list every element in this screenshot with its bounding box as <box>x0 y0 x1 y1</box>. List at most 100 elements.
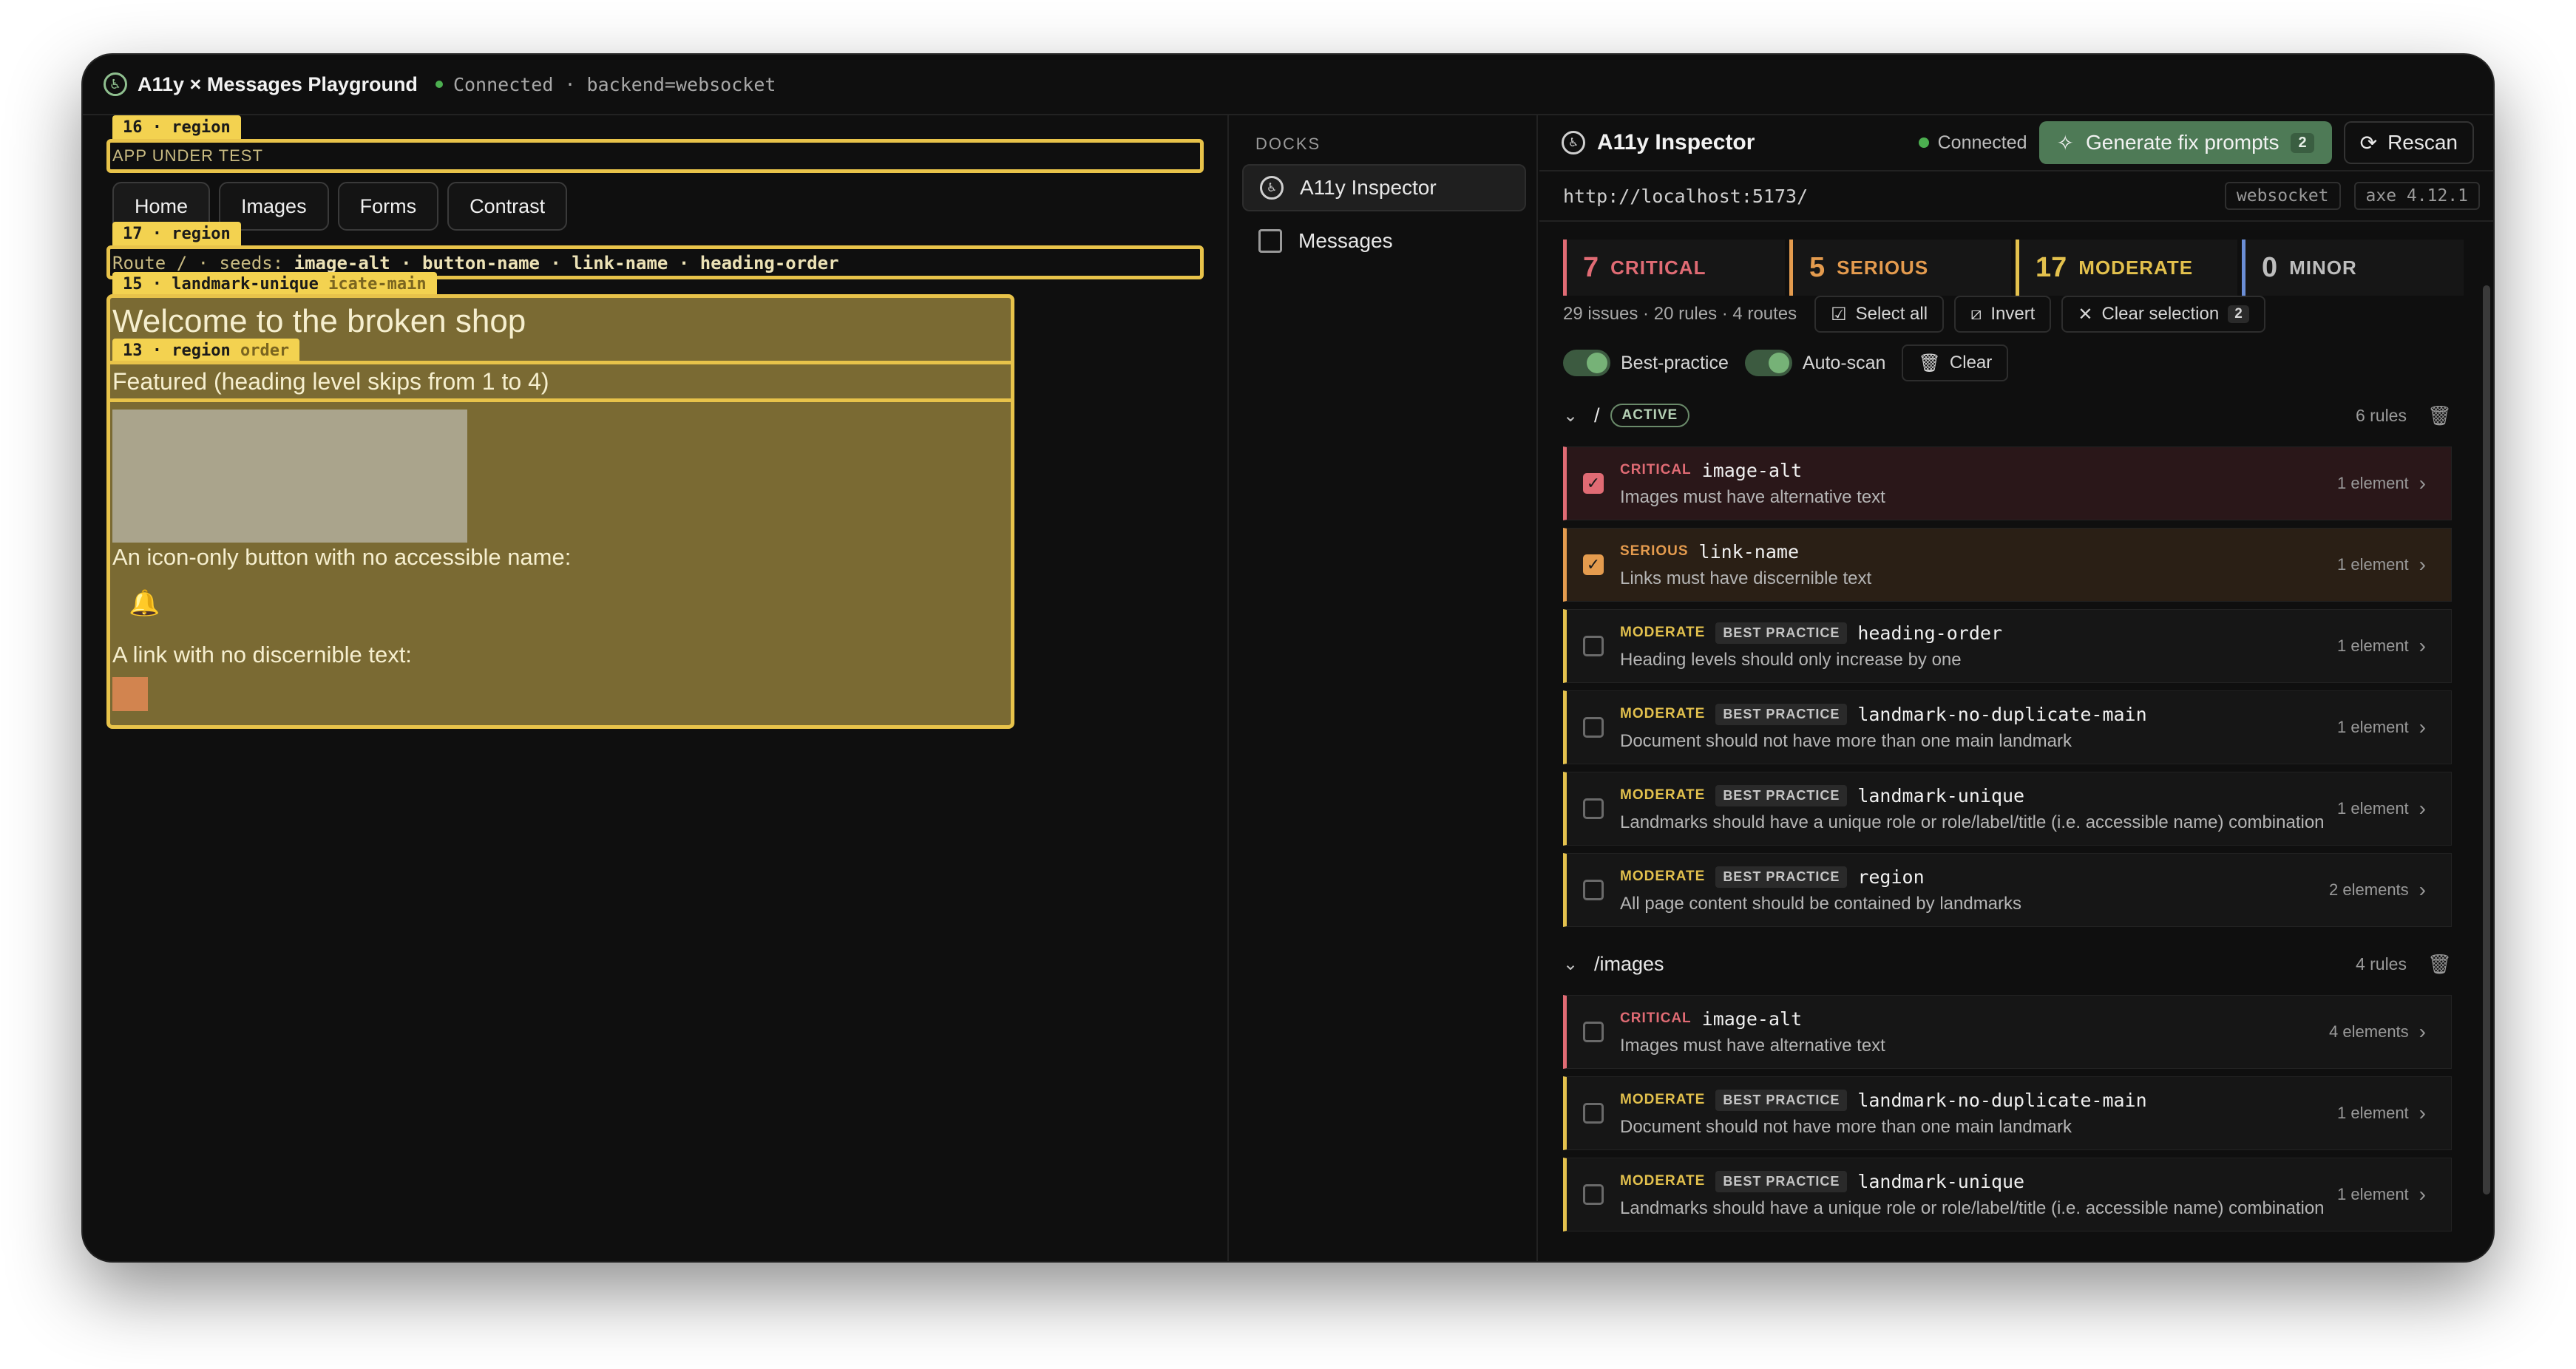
chevron-right-icon: › <box>2419 878 2426 901</box>
trash-icon: 🗑 <box>1918 353 1941 373</box>
app-under-test-pane: 16 · region APP UNDER TEST Home Images F… <box>83 115 1229 1261</box>
region-badge-17: 17 · region <box>112 222 241 246</box>
clear-selection-count: 2 <box>2228 305 2249 323</box>
best-practice-toggle[interactable] <box>1563 350 1610 376</box>
inspector-scrollbar[interactable] <box>2483 285 2490 1195</box>
scan-url: http://localhost:5173/ <box>1563 185 1809 207</box>
route-seeds: image-alt · button-name · link-name · he… <box>294 253 839 274</box>
chevron-right-icon: › <box>2419 1183 2426 1206</box>
element-count: 1 element <box>2337 636 2409 655</box>
chevron-down-icon: ⌄ <box>1563 405 1579 426</box>
tab-contrast[interactable]: Contrast <box>447 182 568 231</box>
sparkle-icon: ✧ <box>2056 131 2075 154</box>
route-group-header[interactable]: ⌄ / ACTIVE 6 rules 🗑 <box>1563 393 2452 438</box>
invert-button[interactable]: ⧄ Invert <box>1954 296 2052 333</box>
docks-label: DOCKS <box>1255 135 1321 153</box>
issue-row[interactable]: MODERATE BEST PRACTICE heading-order Hea… <box>1563 609 2452 683</box>
rule-id: landmark-unique <box>1857 784 2025 806</box>
page-heading: Welcome to the broken shop <box>112 303 526 339</box>
rule-description: Links must have discernible text <box>1620 568 1872 588</box>
trash-icon[interactable]: 🗑 <box>2427 953 2452 976</box>
accessibility-icon: ♿ <box>1260 176 1284 200</box>
severity-label: MODERATE <box>1620 1092 1706 1107</box>
landmark-badge-15: 15 · landmark-unique icate-main <box>112 272 437 296</box>
dock-a11y-inspector[interactable]: ♿ A11y Inspector <box>1242 164 1526 211</box>
best-practice-badge: BEST PRACTICE <box>1715 1170 1848 1192</box>
issue-checkbox[interactable] <box>1583 717 1604 738</box>
element-count: 1 element <box>2337 1104 2409 1122</box>
issue-row[interactable]: ✓ CRITICAL image-alt Images must have al… <box>1563 446 2452 520</box>
inspector-panel: ♿ A11y Inspector Connected ✧ Generate fi… <box>1539 115 2493 1261</box>
severity-summary: 7 CRITICAL 5 SERIOUS 17 MODERATE 0 MINOR <box>1563 240 2464 296</box>
chevron-right-icon: › <box>2419 716 2426 738</box>
chevron-right-icon: › <box>2419 553 2426 576</box>
chevron-right-icon: › <box>2419 472 2426 495</box>
region-badge-13-extra: order <box>240 342 290 360</box>
summary-minor[interactable]: 0 MINOR <box>2242 240 2464 296</box>
severity-label: MODERATE <box>1620 1173 1706 1189</box>
route-prefix: Route / · seeds: <box>112 253 294 274</box>
issue-row[interactable]: CRITICAL image-alt Images must have alte… <box>1563 995 2452 1069</box>
trash-icon[interactable]: 🗑 <box>2427 404 2452 427</box>
empty-link[interactable] <box>112 677 148 711</box>
issue-checkbox[interactable] <box>1583 1184 1604 1205</box>
best-practice-badge: BEST PRACTICE <box>1715 1089 1848 1111</box>
message-icon <box>1258 229 1282 253</box>
select-all-label: Select all <box>1855 304 1928 324</box>
connection-status: Connected <box>1937 132 2027 153</box>
moderate-label: MODERATE <box>2078 256 2194 279</box>
issue-checkbox[interactable] <box>1583 1103 1604 1124</box>
auto-scan-toggle[interactable] <box>1744 350 1792 376</box>
issue-checkbox[interactable] <box>1583 880 1604 900</box>
element-count: 4 elements <box>2329 1022 2409 1041</box>
rule-description: Heading levels should only increase by o… <box>1620 649 1962 670</box>
rescan-button[interactable]: ⟳ Rescan <box>2343 121 2474 164</box>
element-count: 1 element <box>2337 718 2409 736</box>
generate-fix-prompts-button[interactable]: ✧ Generate fix prompts 2 <box>2038 121 2332 164</box>
rule-id: link-name <box>1698 540 1799 563</box>
issue-row[interactable]: MODERATE BEST PRACTICE landmark-unique L… <box>1563 772 2452 846</box>
axe-version-chip: axe 4.12.1 <box>2353 182 2480 210</box>
issue-row[interactable]: MODERATE BEST PRACTICE landmark-unique L… <box>1563 1158 2452 1232</box>
region-badge-13-label: 13 · region <box>123 342 231 360</box>
close-icon: ✕ <box>2078 304 2093 325</box>
rule-id: region <box>1857 866 1925 888</box>
issue-checkbox[interactable]: ✓ <box>1583 554 1604 575</box>
minor-count: 0 <box>2262 251 2278 283</box>
serious-label: SERIOUS <box>1837 256 1929 279</box>
best-practice-badge: BEST PRACTICE <box>1715 784 1848 806</box>
tab-forms[interactable]: Forms <box>337 182 439 231</box>
severity-label: MODERATE <box>1620 706 1706 721</box>
issue-row[interactable]: MODERATE BEST PRACTICE region All page c… <box>1563 853 2452 927</box>
issue-checkbox[interactable]: ✓ <box>1583 473 1604 494</box>
summary-critical[interactable]: 7 CRITICAL <box>1563 240 1785 296</box>
rule-description: Landmarks should have a unique role or r… <box>1620 1198 2325 1218</box>
summary-moderate[interactable]: 17 MODERATE <box>2016 240 2237 296</box>
issue-checkbox[interactable] <box>1583 798 1604 819</box>
element-count: 1 element <box>2337 474 2409 492</box>
issue-checkbox[interactable] <box>1583 1022 1604 1042</box>
route-name: / <box>1594 404 1600 427</box>
rule-description: Images must have alternative text <box>1620 486 1885 507</box>
checkbox-icon: ☑ <box>1831 304 1847 325</box>
rescan-label: Rescan <box>2387 131 2458 154</box>
summary-serious[interactable]: 5 SERIOUS <box>1789 240 2011 296</box>
issue-row[interactable]: MODERATE BEST PRACTICE landmark-no-dupli… <box>1563 690 2452 764</box>
critical-label: CRITICAL <box>1610 256 1706 279</box>
route-group-header[interactable]: ⌄ /images 4 rules 🗑 <box>1563 942 2452 986</box>
issue-checkbox[interactable] <box>1583 636 1604 656</box>
refresh-icon: ⟳ <box>2359 131 2378 154</box>
issue-row[interactable]: MODERATE BEST PRACTICE landmark-no-dupli… <box>1563 1076 2452 1150</box>
bell-icon[interactable]: 🔔 <box>129 588 160 618</box>
region-badge-16: 16 · region <box>112 115 241 140</box>
clear-selection-button[interactable]: ✕ Clear selection 2 <box>2061 296 2265 333</box>
select-all-button[interactable]: ☑ Select all <box>1814 296 1945 333</box>
best-practice-badge: BEST PRACTICE <box>1715 622 1848 644</box>
clear-button[interactable]: 🗑 Clear <box>1902 344 2009 381</box>
dock-messages[interactable]: Messages <box>1242 217 1526 265</box>
window-title: A11y × Messages Playground <box>138 72 418 95</box>
issue-row[interactable]: ✓ SERIOUS link-name Links must have disc… <box>1563 528 2452 602</box>
landmark-badge-label: 15 · landmark-unique <box>123 275 319 293</box>
best-practice-label: Best-practice <box>1621 352 1729 373</box>
inspector-header: ♿ A11y Inspector Connected ✧ Generate fi… <box>1539 115 2493 171</box>
